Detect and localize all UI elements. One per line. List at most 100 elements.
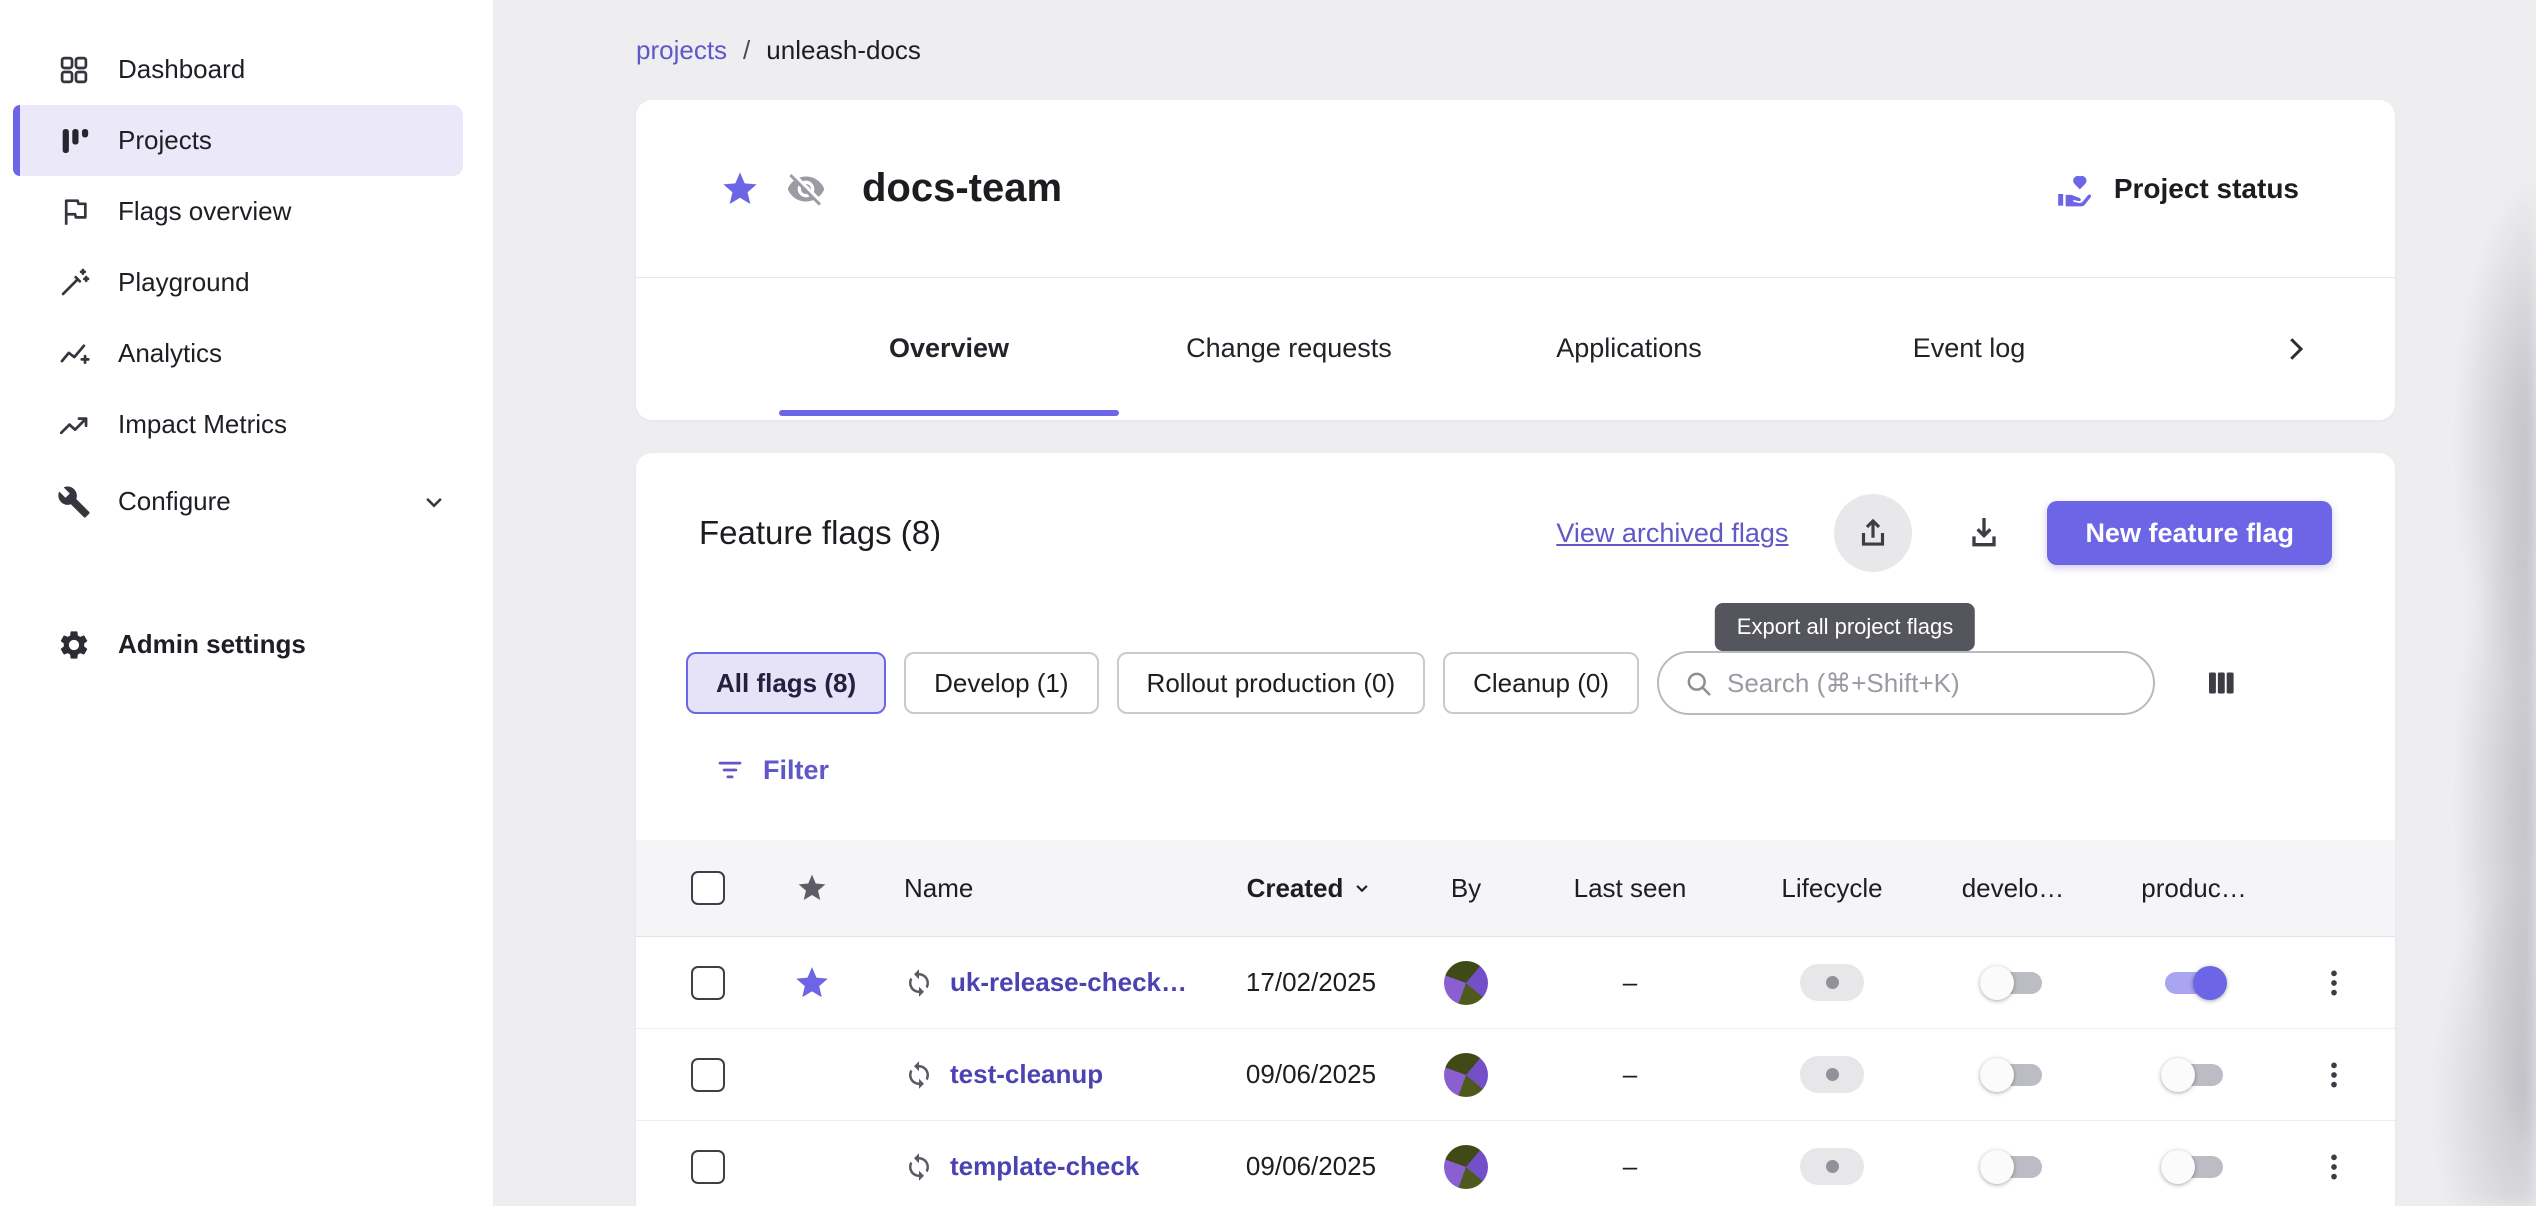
row-checkbox[interactable] (691, 1150, 725, 1184)
develop-toggle[interactable] (1978, 963, 2048, 1003)
trending-up-icon (57, 408, 91, 442)
sidebar-item-label: Admin settings (118, 629, 306, 660)
flag-name-link[interactable]: uk-release-check… (950, 967, 1187, 998)
feature-flags-card: Feature flags (8) View archived flags Ne… (636, 453, 2395, 1206)
row-actions-kebab[interactable] (2317, 1150, 2351, 1184)
view-archived-flags-link[interactable]: View archived flags (1556, 518, 1788, 549)
analytics-icon (57, 337, 91, 371)
develop-toggle[interactable] (1978, 1055, 2048, 1095)
column-header-by[interactable]: By (1426, 873, 1506, 904)
lifecycle-badge[interactable] (1800, 1056, 1864, 1093)
column-header-created[interactable]: Created (1196, 873, 1426, 904)
avatar (1444, 1053, 1488, 1097)
sidebar-item-label: Dashboard (118, 54, 245, 85)
search-input[interactable] (1727, 668, 2129, 699)
tab-overview[interactable]: Overview (779, 278, 1119, 419)
flags-header-actions: View archived flags New feature flag (1556, 494, 2332, 572)
tab-event-log[interactable]: Event log (1799, 278, 2139, 419)
breadcrumb: projects / unleash-docs (636, 30, 2536, 70)
production-toggle[interactable] (2159, 1147, 2229, 1187)
lifecycle-dot (1826, 1160, 1839, 1173)
tab-label: Event log (1913, 333, 2026, 364)
column-header-name[interactable]: Name (844, 873, 1196, 904)
row-actions-kebab[interactable] (2317, 1058, 2351, 1092)
main-content: projects / unleash-docs docs-team Projec… (493, 0, 2536, 1206)
lifecycle-dot (1826, 976, 1839, 989)
row-checkbox[interactable] (691, 966, 725, 1000)
lifecycle-dot (1826, 1068, 1839, 1081)
created-date: 17/02/2025 (1246, 967, 1376, 998)
column-header-lifecycle[interactable]: Lifecycle (1754, 873, 1910, 904)
select-all-checkbox[interactable] (691, 871, 725, 905)
avatar (1444, 961, 1488, 1005)
last-seen-value: – (1623, 1059, 1637, 1090)
sidebar: Dashboard Projects Flags overview Playgr… (0, 0, 493, 1206)
sidebar-item-admin-settings[interactable]: Admin settings (13, 609, 463, 680)
favorite-star-icon[interactable] (720, 169, 760, 209)
project-title: docs-team (862, 166, 1062, 211)
sidebar-item-impact-metrics[interactable]: Impact Metrics (13, 389, 463, 460)
filter-chip-all-flags[interactable]: All flags (8) (686, 652, 886, 714)
export-tooltip: Export all project flags (1715, 603, 1975, 651)
import-flags-button[interactable] (1964, 513, 2004, 553)
sidebar-item-playground[interactable]: Playground (13, 247, 463, 318)
column-header-last-seen[interactable]: Last seen (1506, 873, 1754, 904)
created-date: 09/06/2025 (1246, 1059, 1376, 1090)
project-tabs: Overview Change requests Applications Ev… (636, 278, 2395, 419)
develop-toggle[interactable] (1978, 1147, 2048, 1187)
columns-icon[interactable] (2203, 665, 2239, 701)
sidebar-item-label: Playground (118, 267, 250, 298)
flag-icon (57, 195, 91, 229)
sidebar-item-label: Projects (118, 125, 212, 156)
breadcrumb-separator: / (743, 35, 750, 66)
export-flags-button[interactable] (1834, 494, 1912, 572)
new-feature-flag-button[interactable]: New feature flag (2047, 501, 2332, 565)
project-status-label: Project status (2114, 173, 2299, 205)
filter-chip-rollout-production[interactable]: Rollout production (0) (1117, 652, 1426, 714)
sidebar-item-dashboard[interactable]: Dashboard (13, 34, 463, 105)
avatar (1444, 1145, 1488, 1189)
column-header-production[interactable]: produc… (2116, 873, 2272, 904)
filter-button[interactable]: Filter (715, 755, 829, 786)
gear-icon (57, 628, 91, 662)
sidebar-item-configure[interactable]: Configure (13, 466, 463, 537)
sidebar-item-projects[interactable]: Projects (13, 105, 463, 176)
lifecycle-badge[interactable] (1800, 1148, 1864, 1185)
row-checkbox[interactable] (691, 1058, 725, 1092)
production-toggle[interactable] (2159, 1055, 2229, 1095)
flag-name-link[interactable]: test-cleanup (950, 1059, 1103, 1090)
import-icon (1964, 513, 2004, 553)
export-icon (1854, 514, 1892, 552)
tab-change-requests[interactable]: Change requests (1119, 278, 1459, 419)
project-status-button[interactable]: Project status (2054, 169, 2299, 209)
filter-chip-cleanup[interactable]: Cleanup (0) (1443, 652, 1639, 714)
lifecycle-badge[interactable] (1800, 964, 1864, 1001)
sidebar-nav: Dashboard Projects Flags overview Playgr… (0, 34, 493, 680)
tab-applications[interactable]: Applications (1459, 278, 1799, 419)
search-box[interactable] (1657, 651, 2155, 715)
row-favorite-star-icon[interactable] (793, 964, 831, 1002)
favorite-column-icon (796, 872, 828, 904)
table-header-row: Name Created By Last seen Lifecycle deve… (636, 840, 2395, 937)
sidebar-item-label: Configure (118, 486, 231, 517)
sidebar-item-label: Impact Metrics (118, 409, 287, 440)
tab-label: Overview (889, 333, 1009, 364)
search-icon (1683, 668, 1713, 698)
sidebar-item-label: Flags overview (118, 196, 291, 227)
sidebar-item-analytics[interactable]: Analytics (13, 318, 463, 389)
project-header-card: docs-team Project status Overview Change… (636, 100, 2395, 420)
chevron-right-icon[interactable] (2277, 331, 2313, 367)
row-actions-kebab[interactable] (2317, 966, 2351, 1000)
production-toggle[interactable] (2159, 963, 2229, 1003)
filter-chip-develop[interactable]: Develop (1) (904, 652, 1098, 714)
filter-icon (715, 755, 745, 785)
filter-row: Filter (715, 743, 2395, 797)
column-header-develop[interactable]: develo… (1910, 873, 2116, 904)
flags-header: Feature flags (8) View archived flags Ne… (636, 453, 2395, 568)
sidebar-item-flags-overview[interactable]: Flags overview (13, 176, 463, 247)
breadcrumb-projects-link[interactable]: projects (636, 35, 727, 66)
table-row: uk-release-check… 17/02/2025 – (636, 937, 2395, 1029)
flag-name-link[interactable]: template-check (950, 1151, 1139, 1182)
wrench-icon (57, 485, 91, 519)
dashboard-icon (57, 53, 91, 87)
